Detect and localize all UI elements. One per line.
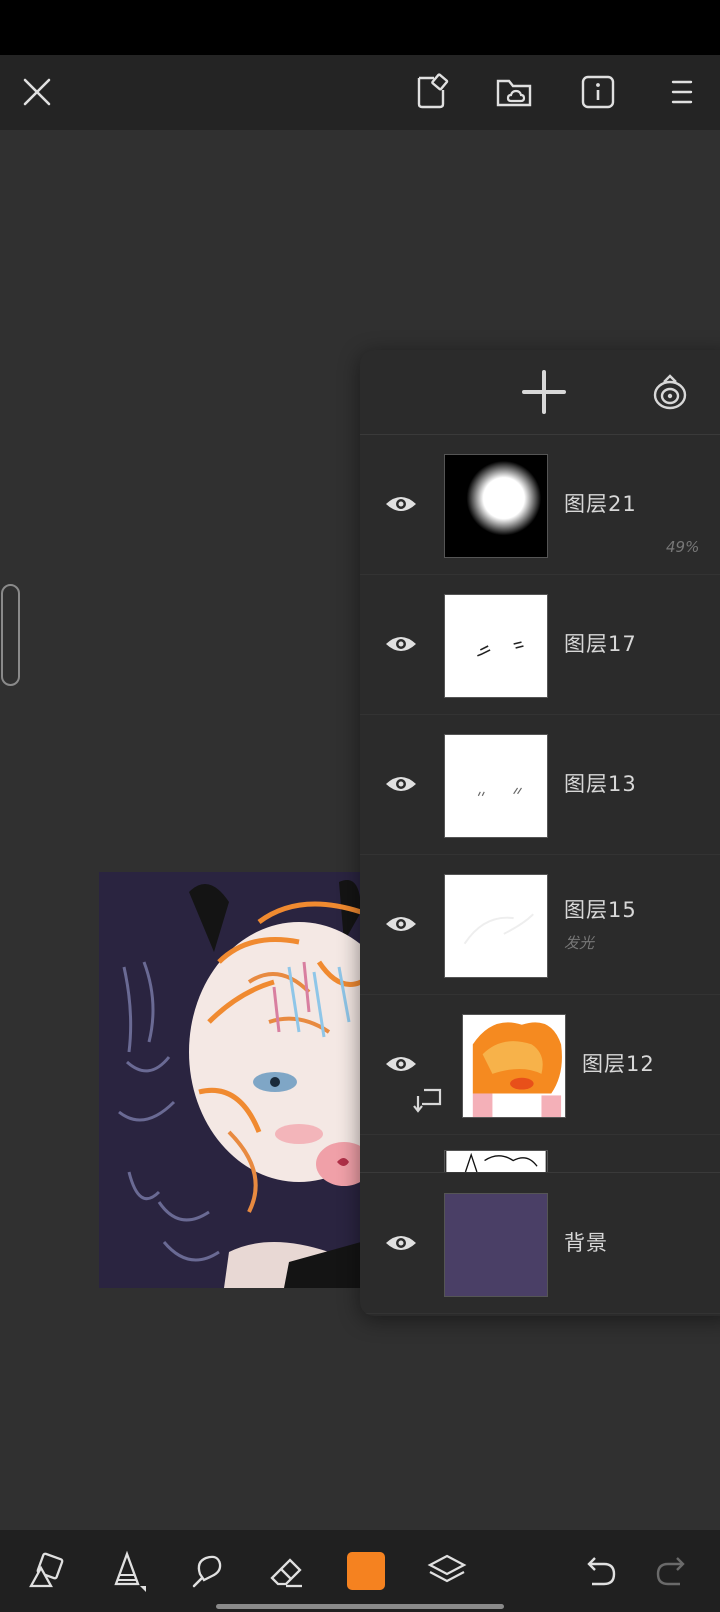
layer-thumbnail[interactable] — [444, 1193, 548, 1297]
menu-button[interactable] — [662, 72, 702, 112]
undo-icon — [587, 1557, 616, 1586]
layer-row[interactable]: 图层15 发光 — [360, 854, 720, 995]
info-button[interactable] — [578, 72, 618, 112]
canvas-settings-icon — [417, 73, 449, 109]
layer-name: 图层13 — [564, 772, 637, 796]
undo-button[interactable] — [578, 1550, 620, 1592]
brush-icon — [114, 1550, 146, 1592]
redo-icon — [656, 1557, 685, 1586]
eye-icon[interactable] — [384, 632, 418, 656]
add-layer-button[interactable] — [520, 368, 568, 416]
eye-icon[interactable] — [384, 1052, 418, 1076]
eye-icon[interactable] — [384, 492, 418, 516]
add-layer-icon — [522, 370, 566, 414]
close-button[interactable] — [17, 72, 57, 112]
shape-tool-button[interactable] — [26, 1550, 68, 1592]
layer-row[interactable]: 背景 — [360, 1172, 720, 1314]
layer-row[interactable]: 图层13 — [360, 714, 720, 855]
bottom-toolbar — [0, 1530, 720, 1612]
layer-thumbnail[interactable] — [462, 1014, 566, 1118]
layer-name: 图层17 — [564, 632, 637, 656]
menu-icon — [671, 80, 693, 104]
brush-tool-button[interactable] — [106, 1550, 148, 1592]
layer-thumbnail[interactable] — [444, 594, 548, 698]
top-toolbar — [0, 55, 720, 130]
layers-icon — [427, 1554, 467, 1583]
eraser-tool-button[interactable] — [266, 1550, 308, 1592]
layers-panel: 图层21 49% 图层17 图层13 图层15 发光 图层12 背景 — [360, 350, 720, 1316]
eye-icon[interactable] — [384, 772, 418, 796]
shape-icon — [29, 1552, 64, 1588]
eye-icon[interactable] — [384, 912, 418, 936]
layer-thumbnail[interactable] — [444, 1150, 548, 1172]
layer-opacity: 49% — [666, 538, 700, 556]
smudge-icon — [192, 1555, 222, 1588]
layer-blend-mode: 发光 — [564, 934, 595, 952]
smudge-tool-button[interactable] — [186, 1550, 228, 1592]
layer-thumbnail[interactable] — [444, 874, 548, 978]
layer-row[interactable]: 图层21 49% — [360, 434, 720, 575]
layer-name: 图层12 — [582, 1052, 655, 1076]
layer-name: 图层21 — [564, 492, 637, 516]
layer-name: 背景 — [564, 1231, 608, 1255]
layer-row[interactable]: 图层12 — [360, 994, 720, 1135]
reference-button[interactable] — [650, 372, 690, 412]
layer-row[interactable]: 图层17 — [360, 574, 720, 715]
info-icon — [581, 75, 615, 109]
close-icon — [23, 78, 51, 106]
canvas-settings-button[interactable] — [410, 72, 450, 112]
side-panel-handle[interactable] — [1, 584, 20, 686]
redo-button[interactable] — [652, 1550, 694, 1592]
eye-icon[interactable] — [384, 1231, 418, 1255]
color-swatch[interactable] — [347, 1552, 385, 1590]
layers-panel-header — [360, 350, 720, 435]
layer-thumbnail[interactable] — [444, 734, 548, 838]
status-bar — [0, 0, 720, 55]
cloud-folder-button[interactable] — [494, 72, 534, 112]
home-indicator — [216, 1604, 504, 1609]
layer-name: 图层15 — [564, 898, 637, 922]
eraser-icon — [270, 1558, 302, 1588]
drawing-canvas[interactable] — [99, 872, 361, 1288]
cloud-folder-icon — [496, 79, 532, 107]
layer-thumbnail[interactable] — [444, 454, 548, 558]
layers-button[interactable] — [426, 1550, 468, 1592]
reference-icon — [653, 374, 687, 410]
clipping-mask-icon — [413, 1088, 442, 1113]
